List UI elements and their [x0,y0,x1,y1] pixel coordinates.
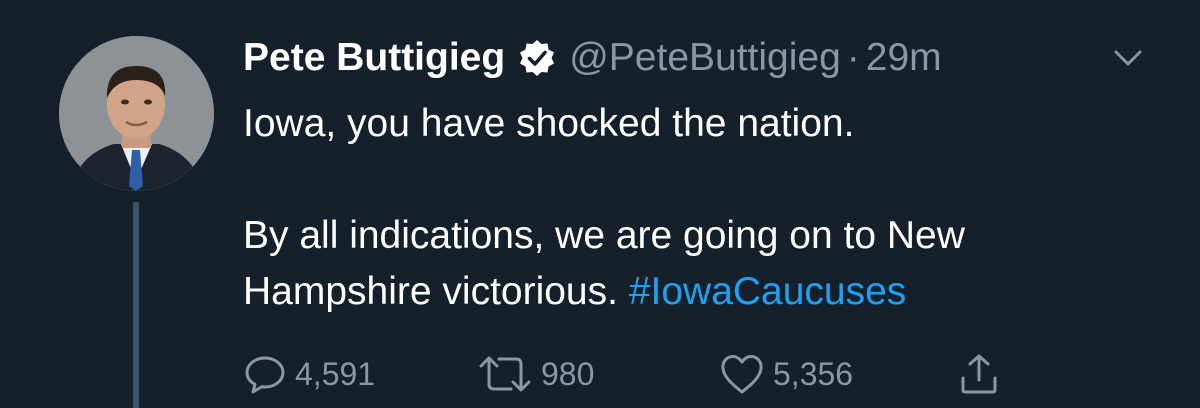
verified-badge-icon [517,38,557,78]
hashtag-link[interactable]: #IowaCaucuses [629,270,907,313]
like-button[interactable]: 5,356 [719,352,853,396]
tweet-line: Iowa, you have shocked the nation. [243,102,855,145]
chevron-down-icon[interactable] [1110,40,1146,76]
timestamp[interactable]: 29m [866,36,942,80]
tweet-actions: 4,591 980 5,356 [243,352,1043,396]
thread-line [133,202,139,408]
separator: · [846,36,860,79]
author-name[interactable]: Pete Buttigieg [243,36,505,80]
retweet-count: 980 [541,355,595,392]
tweet-text: Iowa, you have shocked the nation. By al… [243,96,1163,320]
avatar[interactable] [59,36,214,191]
retweet-icon [479,356,531,392]
retweet-button[interactable]: 980 [477,352,594,396]
tweet-header: Pete Buttigieg @PeteButtigieg · 29m [243,30,942,86]
tweet-line: By all indications, we are going on to N… [243,214,965,257]
like-icon [721,355,763,394]
avatar-image [59,36,214,191]
reply-button[interactable]: 4,591 [243,352,375,396]
share-button[interactable] [957,352,1001,396]
tweet-line-text: Hampshire victorious. [243,270,618,313]
tweet-line: Hampshire victorious. #IowaCaucuses [243,264,1163,320]
reply-icon [245,356,285,394]
author-handle[interactable]: @PeteButtigieg [569,36,841,80]
reply-count: 4,591 [295,355,376,392]
tweet[interactable]: Pete Buttigieg @PeteButtigieg · 29m Iowa… [0,0,1200,408]
share-icon [961,354,997,394]
like-count: 5,356 [773,355,854,392]
